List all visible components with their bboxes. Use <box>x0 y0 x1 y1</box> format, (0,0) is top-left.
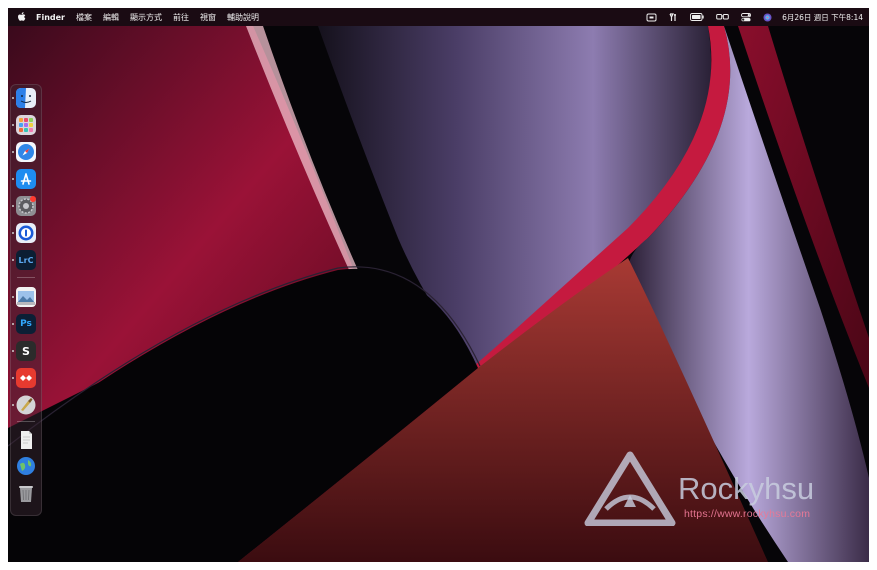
menu-app-name[interactable]: Finder <box>36 13 65 22</box>
running-indicator <box>12 323 14 325</box>
screen-mirroring-icon[interactable] <box>646 13 657 22</box>
menu-bar-status: 6月26日 週日 下午8:14 <box>634 8 863 26</box>
running-indicator <box>12 205 14 207</box>
launchpad-icon[interactable] <box>16 115 36 135</box>
dock: LrC Ps S <box>10 84 42 516</box>
running-indicator <box>12 350 14 352</box>
lightroom-label: LrC <box>18 255 34 265</box>
watermark-url: https://www.rockyhsu.com <box>684 508 811 520</box>
menu-bar: Finder 檔案 編輯 顯示方式 前往 視窗 輔助說明 6月26日 週日 下午… <box>8 8 869 26</box>
watermark: Rockyhsu https://www.rockyhsu.com <box>584 451 824 526</box>
running-indicator <box>12 259 14 261</box>
safari-icon[interactable] <box>16 142 36 162</box>
menu-bar-left: Finder 檔案 編輯 顯示方式 前往 視窗 輔助說明 <box>8 8 270 26</box>
finder-icon[interactable] <box>16 88 36 108</box>
dock-separator <box>17 421 35 422</box>
photoshop-icon[interactable]: Ps <box>16 314 36 334</box>
app-cleaner-icon[interactable] <box>16 395 36 415</box>
apple-logo-icon[interactable] <box>17 11 27 23</box>
audio-control-icon[interactable] <box>669 12 678 22</box>
app-store-icon[interactable] <box>16 169 36 189</box>
menu-view[interactable]: 顯示方式 <box>130 12 162 23</box>
control-center-icon[interactable] <box>741 12 752 22</box>
running-indicator <box>12 377 14 379</box>
menu-bar-clock[interactable]: 6月26日 週日 下午8:14 <box>782 12 863 23</box>
desktop-screen: Finder 檔案 編輯 顯示方式 前往 視窗 輔助說明 6月26日 週日 下午… <box>8 8 869 562</box>
1password-icon[interactable] <box>16 223 36 243</box>
watermark-name: Rockyhsu <box>678 471 815 506</box>
running-indicator <box>12 404 14 406</box>
running-indicator <box>12 97 14 99</box>
s-app-label: S <box>22 344 30 358</box>
running-indicator <box>12 232 14 234</box>
glasses-icon[interactable] <box>716 13 729 21</box>
siri-icon[interactable] <box>763 13 772 22</box>
downloads-globe-icon[interactable] <box>16 456 36 476</box>
lightroom-classic-icon[interactable]: LrC <box>16 250 36 270</box>
s-app-icon[interactable]: S <box>16 341 36 361</box>
running-indicator <box>12 296 14 298</box>
anydesk-icon[interactable] <box>16 368 36 388</box>
document-icon[interactable] <box>16 430 36 450</box>
running-indicator <box>12 124 14 126</box>
preview-icon[interactable] <box>16 287 36 307</box>
watermark-logo <box>584 451 676 526</box>
running-indicator <box>12 151 14 153</box>
system-preferences-icon[interactable] <box>16 196 36 216</box>
menu-edit[interactable]: 編輯 <box>103 12 119 23</box>
menu-window[interactable]: 視窗 <box>200 12 216 23</box>
menu-help[interactable]: 輔助說明 <box>227 12 259 23</box>
trash-icon[interactable] <box>16 483 36 503</box>
battery-icon[interactable] <box>690 13 704 21</box>
menu-go[interactable]: 前往 <box>173 12 189 23</box>
dock-separator <box>17 277 35 278</box>
photoshop-label: Ps <box>20 319 32 329</box>
menu-file[interactable]: 檔案 <box>76 12 92 23</box>
running-indicator <box>12 178 14 180</box>
